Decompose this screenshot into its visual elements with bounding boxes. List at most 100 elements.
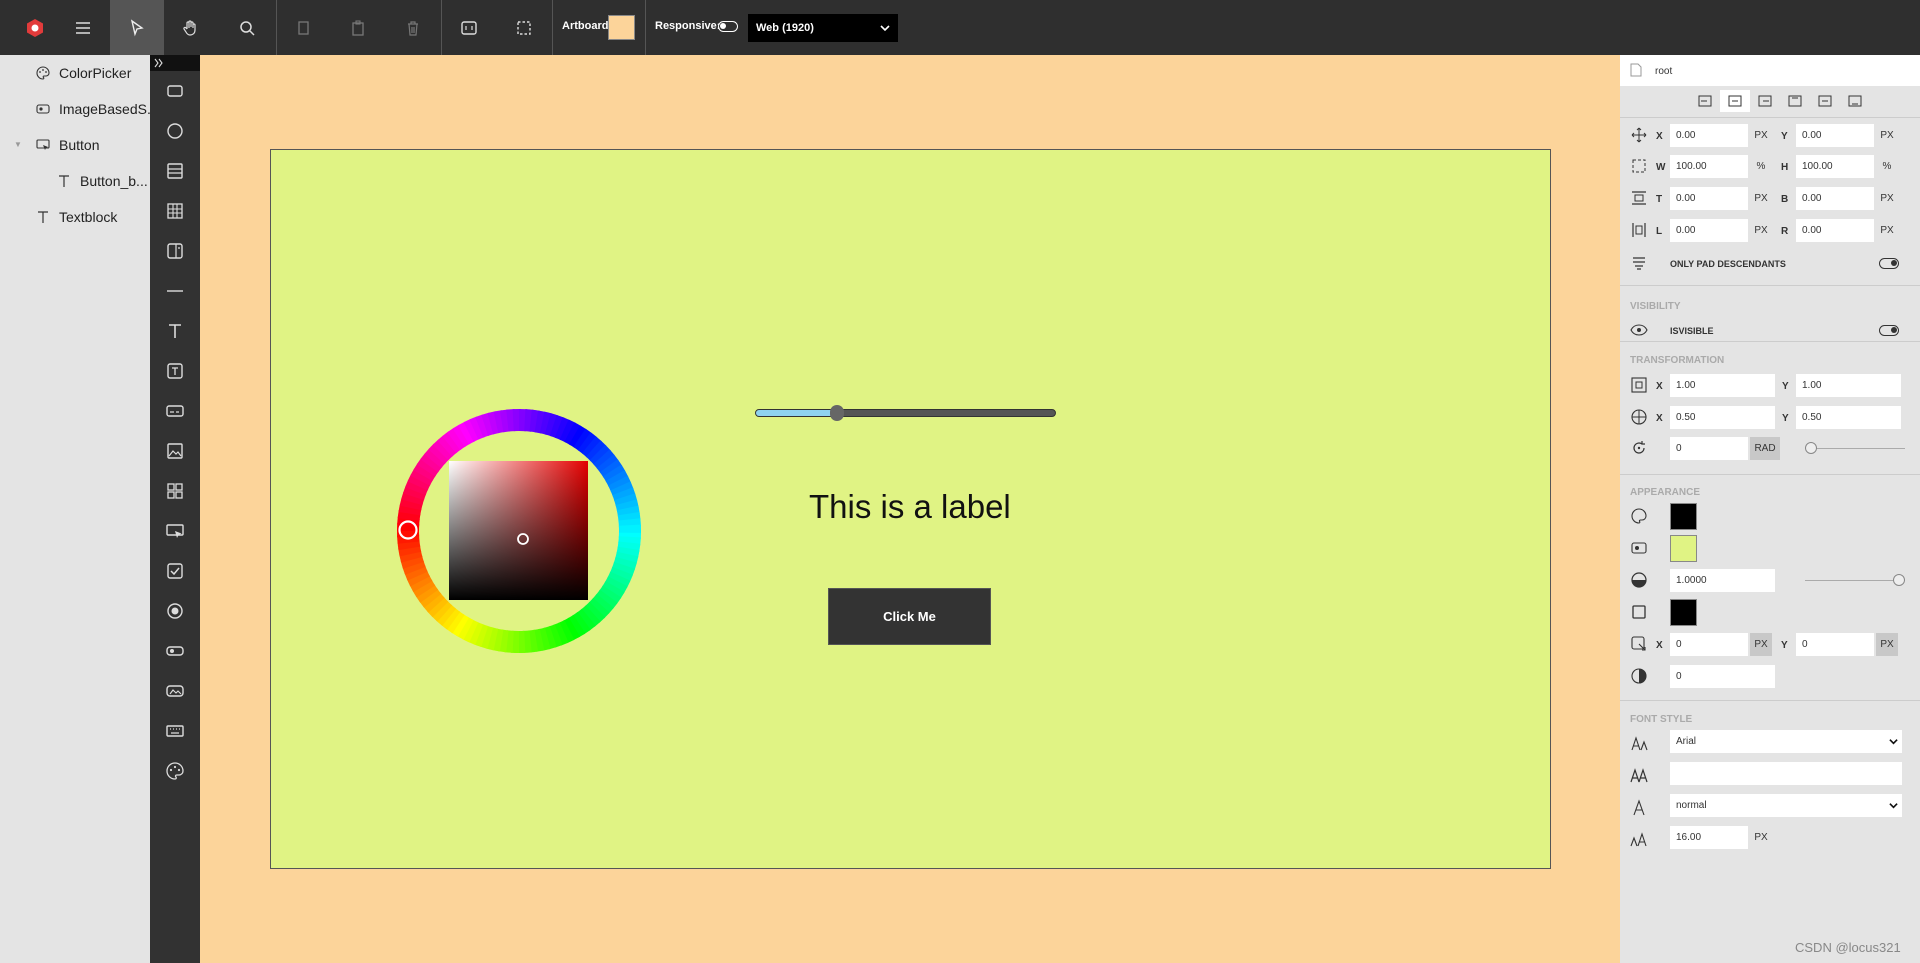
slider-track[interactable] — [755, 405, 1056, 421]
foreground-color-icon — [1630, 507, 1648, 525]
shadow-x-unit[interactable]: PX — [1750, 633, 1772, 656]
foreground-color-swatch[interactable] — [1670, 503, 1697, 530]
expand-arrow-icon[interactable]: ▼ — [14, 140, 22, 149]
top-unit[interactable]: PX — [1750, 187, 1772, 210]
border-color-swatch[interactable] — [1670, 599, 1697, 626]
right-unit[interactable]: PX — [1876, 219, 1898, 242]
text-tool-icon[interactable] — [150, 311, 200, 351]
background-color-swatch[interactable] — [1670, 535, 1697, 562]
palette-icon — [36, 66, 50, 80]
device-select[interactable]: Web (1920) — [748, 14, 898, 42]
font-weight-select[interactable]: normal — [1670, 794, 1902, 817]
click-me-button[interactable]: Click Me — [828, 588, 991, 645]
font-color-input[interactable] — [1670, 762, 1902, 785]
rotation-input[interactable]: 0 — [1670, 437, 1748, 460]
opacity-slider[interactable] — [1805, 574, 1905, 586]
search-icon[interactable] — [220, 0, 274, 55]
slider-thumb[interactable] — [829, 405, 844, 421]
width-input[interactable]: 100.00 — [1670, 155, 1748, 178]
position-x-unit[interactable]: PX — [1750, 124, 1772, 147]
scale-y-input[interactable]: 1.00 — [1796, 374, 1901, 397]
layer-label: ImageBasedS... — [59, 101, 159, 117]
scale-y-label: Y — [1782, 381, 1789, 392]
layer-item-colorpicker[interactable]: ColorPicker — [36, 56, 131, 90]
line-tool-icon[interactable] — [150, 271, 200, 311]
layer-item-button-text[interactable]: Button_b... — [57, 164, 148, 198]
left-unit[interactable]: PX — [1750, 219, 1772, 242]
delete-icon[interactable] — [386, 0, 440, 55]
responsive-toggle[interactable] — [718, 21, 738, 32]
hand-tool-icon[interactable] — [164, 0, 218, 55]
align-middle-icon[interactable] — [1810, 90, 1840, 112]
align-center-icon[interactable] — [1720, 90, 1750, 112]
app-logo-icon[interactable] — [8, 0, 62, 55]
layer-label: Textblock — [59, 209, 118, 225]
corner-radius-input[interactable]: 0 — [1670, 665, 1775, 688]
position-y-unit[interactable]: PX — [1876, 124, 1898, 147]
slider-fill — [756, 410, 837, 416]
layer-item-button[interactable]: Button — [36, 128, 99, 162]
align-bottom-icon[interactable] — [1840, 90, 1870, 112]
height-unit[interactable]: % — [1876, 155, 1898, 178]
opacity-input[interactable]: 1.0000 — [1670, 569, 1775, 592]
toolbar-divider — [645, 0, 646, 55]
image-slider-tool-icon[interactable] — [150, 671, 200, 711]
panel-tool-icon[interactable] — [150, 151, 200, 191]
fit-screen-icon[interactable] — [442, 0, 496, 55]
input-tool-icon[interactable] — [150, 391, 200, 431]
layer-item-imagebasedslider[interactable]: ImageBasedS... — [36, 92, 159, 126]
font-family-select[interactable]: Arial — [1670, 730, 1902, 753]
bottom-unit[interactable]: PX — [1876, 187, 1898, 210]
align-left-icon[interactable] — [1690, 90, 1720, 112]
color-picker-widget[interactable] — [397, 409, 641, 653]
paste-icon[interactable] — [331, 0, 385, 55]
opacity-slider-thumb[interactable] — [1893, 574, 1905, 586]
pivot-y-label: Y — [1782, 413, 1789, 424]
image-tool-icon[interactable] — [150, 431, 200, 471]
bottom-input[interactable]: 0.00 — [1796, 187, 1874, 210]
radio-tool-icon[interactable] — [150, 591, 200, 631]
align-right-icon[interactable] — [1750, 90, 1780, 112]
shadow-y-unit[interactable]: PX — [1876, 633, 1898, 656]
menu-icon[interactable] — [56, 0, 110, 55]
rotation-unit[interactable]: RAD — [1750, 437, 1780, 460]
rotation-slider-thumb[interactable] — [1805, 442, 1817, 454]
select-tool-icon[interactable] — [110, 0, 164, 55]
scale-x-input[interactable]: 1.00 — [1670, 374, 1775, 397]
artboard-color-swatch[interactable] — [608, 15, 635, 40]
shadow-x-input[interactable]: 0 — [1670, 633, 1748, 656]
split-panel-tool-icon[interactable] — [150, 231, 200, 271]
toggle-tool-icon[interactable] — [150, 631, 200, 671]
position-x-input[interactable]: 0.00 — [1670, 124, 1748, 147]
copy-icon[interactable] — [276, 0, 330, 55]
shadow-y-input[interactable]: 0 — [1796, 633, 1874, 656]
rectangle-tool-icon[interactable] — [150, 71, 200, 111]
grid-tool-icon[interactable] — [150, 191, 200, 231]
collapse-icon[interactable] — [154, 58, 164, 68]
button-tool-icon[interactable] — [150, 511, 200, 551]
rotation-slider[interactable] — [1805, 442, 1905, 454]
pivot-y-input[interactable]: 0.50 — [1796, 406, 1901, 429]
top-input[interactable]: 0.00 — [1670, 187, 1748, 210]
layer-label: ColorPicker — [59, 65, 132, 81]
artboard-canvas[interactable]: This is a label Click Me — [270, 149, 1551, 869]
layer-item-textblock[interactable]: Textblock — [36, 200, 117, 234]
checkbox-tool-icon[interactable] — [150, 551, 200, 591]
textbox-tool-icon[interactable] — [150, 351, 200, 391]
left-input[interactable]: 0.00 — [1670, 219, 1748, 242]
right-input[interactable]: 0.00 — [1796, 219, 1874, 242]
pivot-x-input[interactable]: 0.50 — [1670, 406, 1775, 429]
position-y-input[interactable]: 0.00 — [1796, 124, 1874, 147]
font-size-input[interactable]: 16.00 — [1670, 826, 1748, 849]
only-pad-descendants-toggle[interactable] — [1879, 258, 1899, 269]
font-size-unit[interactable]: PX — [1750, 826, 1772, 849]
isvisible-toggle[interactable] — [1879, 325, 1899, 336]
height-input[interactable]: 100.00 — [1796, 155, 1874, 178]
width-unit[interactable]: % — [1750, 155, 1772, 178]
color-picker-tool-icon[interactable] — [150, 751, 200, 791]
tile-grid-tool-icon[interactable] — [150, 471, 200, 511]
align-top-icon[interactable] — [1780, 90, 1810, 112]
keyboard-tool-icon[interactable] — [150, 711, 200, 751]
marquee-select-icon[interactable] — [497, 0, 551, 55]
ellipse-tool-icon[interactable] — [150, 111, 200, 151]
